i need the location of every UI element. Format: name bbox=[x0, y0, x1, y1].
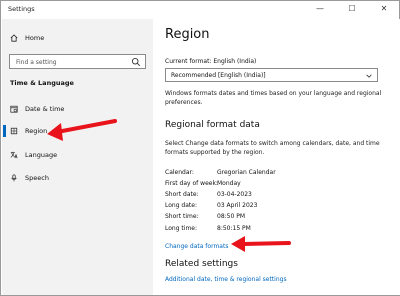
annotation-arrow-icon bbox=[47, 119, 117, 141]
format-row-value: 03-04-2023 bbox=[217, 191, 252, 198]
minimize-button[interactable]: — bbox=[309, 2, 331, 16]
format-dropdown[interactable]: Recommended [English (India)] bbox=[165, 68, 378, 82]
chevron-down-icon bbox=[366, 74, 372, 78]
close-button[interactable]: ✕ bbox=[373, 2, 395, 16]
page-title: Region bbox=[165, 27, 210, 42]
date-time-icon bbox=[10, 105, 18, 113]
search-placeholder: Find a setting bbox=[16, 59, 57, 66]
window-title: Settings bbox=[8, 5, 35, 13]
sidebar-item-language[interactable]: Language bbox=[10, 149, 57, 161]
globe-icon bbox=[10, 127, 18, 135]
sidebar-item-date-time[interactable]: Date & time bbox=[10, 103, 64, 115]
current-format-label: Current format: English (India) bbox=[165, 58, 257, 65]
format-row-value: 08:50 PM bbox=[217, 213, 245, 220]
format-row-value: 03 April 2023 bbox=[217, 202, 258, 209]
additional-settings-link[interactable]: Additional date, time & regional setting… bbox=[165, 276, 287, 283]
format-row-value: Gregorian Calendar bbox=[217, 169, 276, 176]
sidebar-item-label: Language bbox=[25, 151, 58, 159]
format-row-key: Short date: bbox=[165, 191, 199, 198]
language-icon bbox=[10, 151, 18, 159]
annotation-arrow-icon bbox=[231, 236, 291, 252]
format-row-value: 8:50:15 PM bbox=[217, 225, 251, 232]
format-row-key: Short time: bbox=[165, 213, 199, 220]
format-row-key: Calendar: bbox=[165, 169, 194, 176]
change-data-formats-link[interactable]: Change data formats bbox=[165, 243, 228, 250]
regional-format-heading: Regional format data bbox=[165, 120, 260, 130]
format-row-key: First day of week: bbox=[165, 180, 218, 187]
home-nav-item[interactable]: Home bbox=[10, 32, 44, 44]
section-title: Time & Language bbox=[10, 79, 74, 87]
format-description: Windows formats dates and times based on… bbox=[165, 90, 382, 106]
sidebar-item-region[interactable]: Region bbox=[2, 125, 48, 137]
sidebar-item-label: Date & time bbox=[25, 105, 65, 113]
home-icon bbox=[10, 34, 18, 42]
format-row-key: Long date: bbox=[165, 202, 197, 209]
format-row-key: Long time: bbox=[165, 225, 198, 232]
format-row-value: Monday bbox=[217, 180, 241, 187]
regional-format-description: Select Change data formats to switch amo… bbox=[165, 140, 380, 156]
format-dropdown-value: Recommended [English (India)] bbox=[171, 72, 266, 79]
maximize-button[interactable]: ☐ bbox=[341, 2, 363, 16]
related-settings-heading: Related settings bbox=[165, 259, 238, 269]
sidebar-item-speech[interactable]: Speech bbox=[10, 172, 49, 184]
microphone-icon bbox=[11, 174, 17, 182]
sidebar-item-label: Region bbox=[25, 127, 48, 135]
home-label: Home bbox=[25, 34, 45, 42]
search-input[interactable]: Find a setting bbox=[9, 54, 146, 69]
settings-window: Settings — ☐ ✕ Home Find a setting Time … bbox=[0, 0, 400, 296]
sidebar: Home Find a setting Time & Language Date… bbox=[2, 19, 153, 295]
title-bar[interactable]: Settings — ☐ ✕ bbox=[1, 1, 399, 19]
sidebar-item-label: Speech bbox=[25, 174, 49, 182]
search-icon[interactable] bbox=[131, 57, 141, 67]
